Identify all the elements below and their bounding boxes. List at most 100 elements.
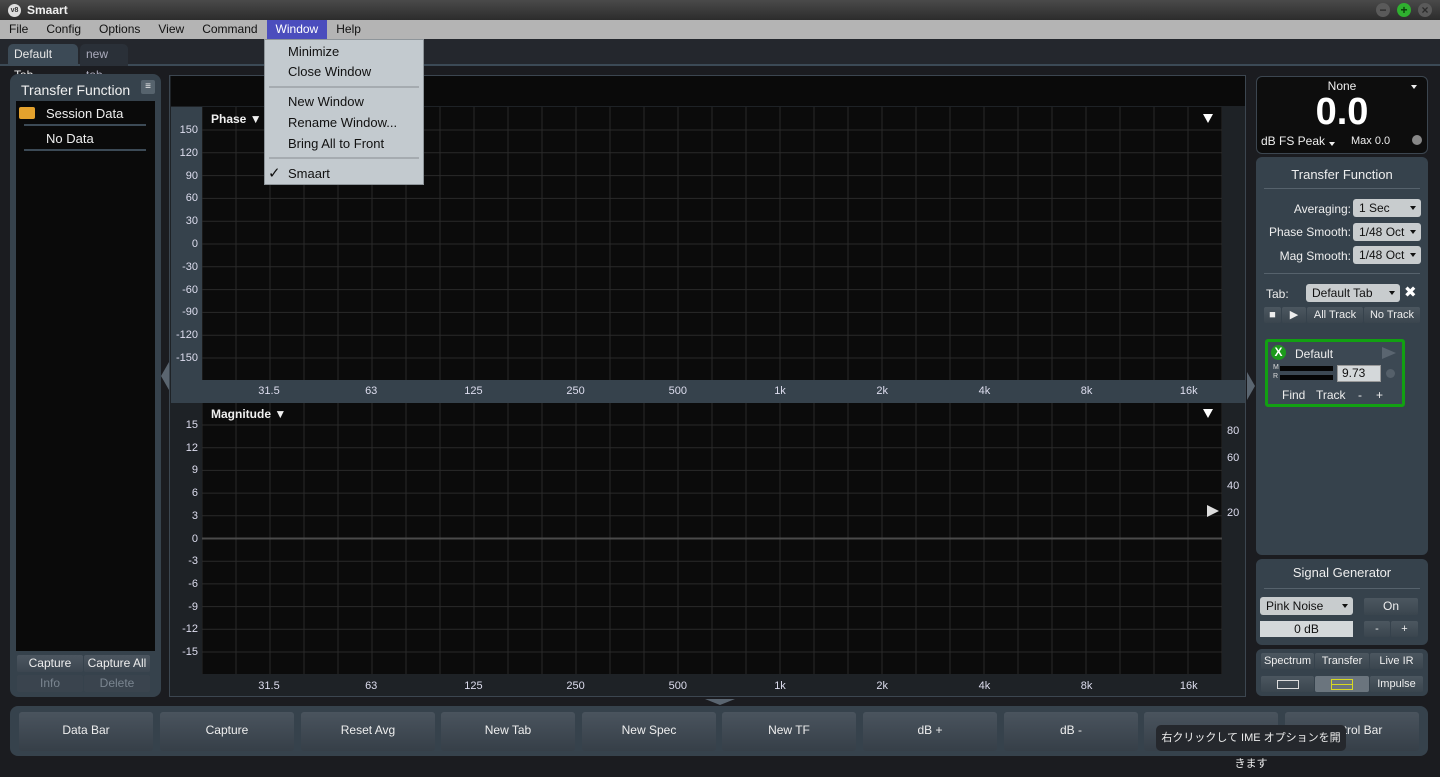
track-play-icon[interactable] — [1382, 347, 1396, 359]
signal-minus-button[interactable]: - — [1364, 621, 1390, 637]
menu-item-close-window[interactable]: Close Window — [288, 64, 371, 79]
stop-button[interactable]: ■ — [1264, 307, 1281, 323]
collapse-bottom-arrow-icon[interactable] — [705, 699, 735, 705]
find-button[interactable]: Find — [1282, 388, 1305, 402]
tools-icon[interactable]: ✖ — [1404, 283, 1417, 301]
new-tab-button[interactable]: New Tab — [441, 712, 575, 751]
menu-view[interactable]: View — [149, 20, 193, 39]
menu-item-new-window[interactable]: New Window — [288, 94, 364, 109]
phase-options-icon[interactable] — [1203, 114, 1213, 123]
menu-window[interactable]: Window — [266, 20, 328, 39]
reset-avg-button[interactable]: Reset Avg — [301, 712, 435, 751]
delay-plus-button[interactable]: + — [1376, 388, 1383, 402]
menu-item-smaart[interactable]: Smaart — [288, 166, 330, 181]
magnitude-options-icon[interactable] — [1203, 409, 1213, 418]
track-enable-icon[interactable]: X — [1271, 345, 1286, 360]
play-button[interactable]: ▶ — [1282, 307, 1306, 323]
signal-type-value: Pink Noise — [1266, 599, 1324, 613]
menu-config[interactable]: Config — [37, 20, 90, 39]
delay-minus-button[interactable]: - — [1358, 388, 1362, 402]
phase-smooth-select[interactable]: 1/48 Oct — [1353, 223, 1421, 241]
meter-r-label: R — [1273, 373, 1279, 380]
list-item-session-data[interactable]: Session Data — [46, 106, 123, 121]
phase-y-tick: -120 — [175, 329, 198, 342]
spectrum-button[interactable]: Spectrum — [1261, 653, 1314, 669]
folder-icon — [19, 107, 35, 119]
delete-button[interactable]: Delete — [84, 675, 150, 692]
new-spec-button[interactable]: New Spec — [582, 712, 716, 751]
single-plot-button[interactable] — [1261, 676, 1314, 692]
phase-smooth-value: 1/48 Oct — [1359, 225, 1405, 239]
measurement-track[interactable]: X Default M R 9.73 Find Track - + — [1265, 339, 1405, 407]
data-bar-button[interactable]: Data Bar — [19, 712, 153, 751]
signal-generator-panel: Signal Generator Pink Noise 0 dB On - + — [1256, 559, 1428, 645]
no-track-button[interactable]: No Track — [1364, 307, 1420, 323]
tf-panel-title: Transfer Function — [1291, 167, 1393, 182]
capture-command-button[interactable]: Capture — [160, 712, 294, 751]
close-icon[interactable]: × — [1418, 3, 1432, 17]
signal-on-button[interactable]: On — [1364, 598, 1418, 615]
divider — [24, 149, 146, 151]
left-panel-title: Transfer Function — [21, 82, 131, 98]
menu-item-bring-all-to-front[interactable]: Bring All to Front — [288, 136, 384, 151]
tab-default[interactable]: Default Tab — [8, 44, 78, 82]
menu-options[interactable]: Options — [90, 20, 149, 39]
magnitude-right-tick: 80 — [1227, 425, 1240, 437]
signal-level-field[interactable]: 0 dB — [1260, 621, 1353, 637]
magnitude-plot-title[interactable]: Magnitude ▼ — [211, 407, 286, 421]
averaging-select[interactable]: 1 Sec — [1353, 199, 1421, 217]
signal-type-select[interactable]: Pink Noise — [1260, 597, 1353, 615]
maximize-icon[interactable]: + — [1397, 3, 1411, 17]
dual-plot-button[interactable] — [1315, 676, 1369, 692]
tab-select[interactable]: Default Tab — [1306, 284, 1400, 302]
mag-smooth-select[interactable]: 1/48 Oct — [1353, 246, 1421, 264]
all-track-button[interactable]: All Track — [1307, 307, 1363, 323]
live-ir-button[interactable]: Live IR — [1370, 653, 1423, 669]
phase-x-tick: 125 — [464, 385, 483, 397]
impulse-button[interactable]: Impulse — [1370, 676, 1423, 692]
magnitude-y-tick: -9 — [188, 600, 198, 613]
meter-m-bar — [1280, 366, 1333, 371]
minimize-icon[interactable]: − — [1376, 3, 1390, 17]
ime-tooltip: 右クリックして IME オプションを開きます — [1156, 725, 1346, 770]
magnitude-x-tick: 63 — [365, 680, 378, 692]
collapse-left-arrow-icon[interactable] — [161, 362, 169, 390]
signal-plus-button[interactable]: + — [1391, 621, 1418, 637]
magnitude-plot[interactable] — [202, 403, 1222, 674]
phase-x-tick: 31.5 — [258, 385, 280, 397]
transfer-button[interactable]: Transfer — [1315, 653, 1369, 669]
db-minus-button[interactable]: dB - — [1004, 712, 1138, 751]
delay-field[interactable]: 9.73 — [1337, 365, 1381, 382]
meter-unit-dropdown-icon[interactable] — [1329, 142, 1335, 146]
magnitude-y-tick: 12 — [185, 441, 198, 454]
db-plus-button[interactable]: dB + — [863, 712, 997, 751]
capture-button[interactable]: Capture — [17, 655, 83, 672]
magnitude-y-tick: -15 — [182, 646, 198, 658]
meter-source-dropdown-icon[interactable] — [1411, 85, 1417, 89]
collapse-right-arrow-icon[interactable] — [1247, 372, 1255, 400]
magnitude-y-tick: 6 — [191, 487, 198, 500]
phase-plot-title[interactable]: Phase ▼ — [211, 112, 262, 126]
menu-item-rename-window[interactable]: Rename Window... — [288, 115, 397, 130]
phase-x-tick: 1k — [774, 385, 786, 397]
new-tf-button[interactable]: New TF — [722, 712, 856, 751]
menu-command[interactable]: Command — [193, 20, 266, 39]
tab-new[interactable]: new tab — [80, 44, 128, 82]
phase-x-tick: 4k — [978, 385, 991, 397]
hamburger-menu-icon[interactable]: ≡ — [141, 80, 155, 94]
magnitude-x-tick: 125 — [464, 680, 483, 692]
meter-unit[interactable]: dB FS Peak — [1261, 134, 1325, 148]
magnitude-x-tick: 4k — [978, 680, 991, 692]
menu-item-minimize[interactable]: Minimize — [288, 44, 339, 59]
menu-file[interactable]: File — [0, 20, 37, 39]
phase-x-tick: 16k — [1179, 385, 1198, 397]
track-button[interactable]: Track — [1316, 388, 1346, 402]
info-button[interactable]: Info — [17, 675, 83, 692]
track-name[interactable]: Default — [1295, 347, 1333, 361]
phase-x-tick: 500 — [668, 385, 687, 397]
clip-indicator[interactable] — [1412, 135, 1422, 145]
capture-all-button[interactable]: Capture All — [84, 655, 150, 672]
threshold-marker-icon[interactable] — [1207, 505, 1219, 517]
single-plot-icon — [1276, 679, 1299, 689]
menu-help[interactable]: Help — [327, 20, 370, 39]
